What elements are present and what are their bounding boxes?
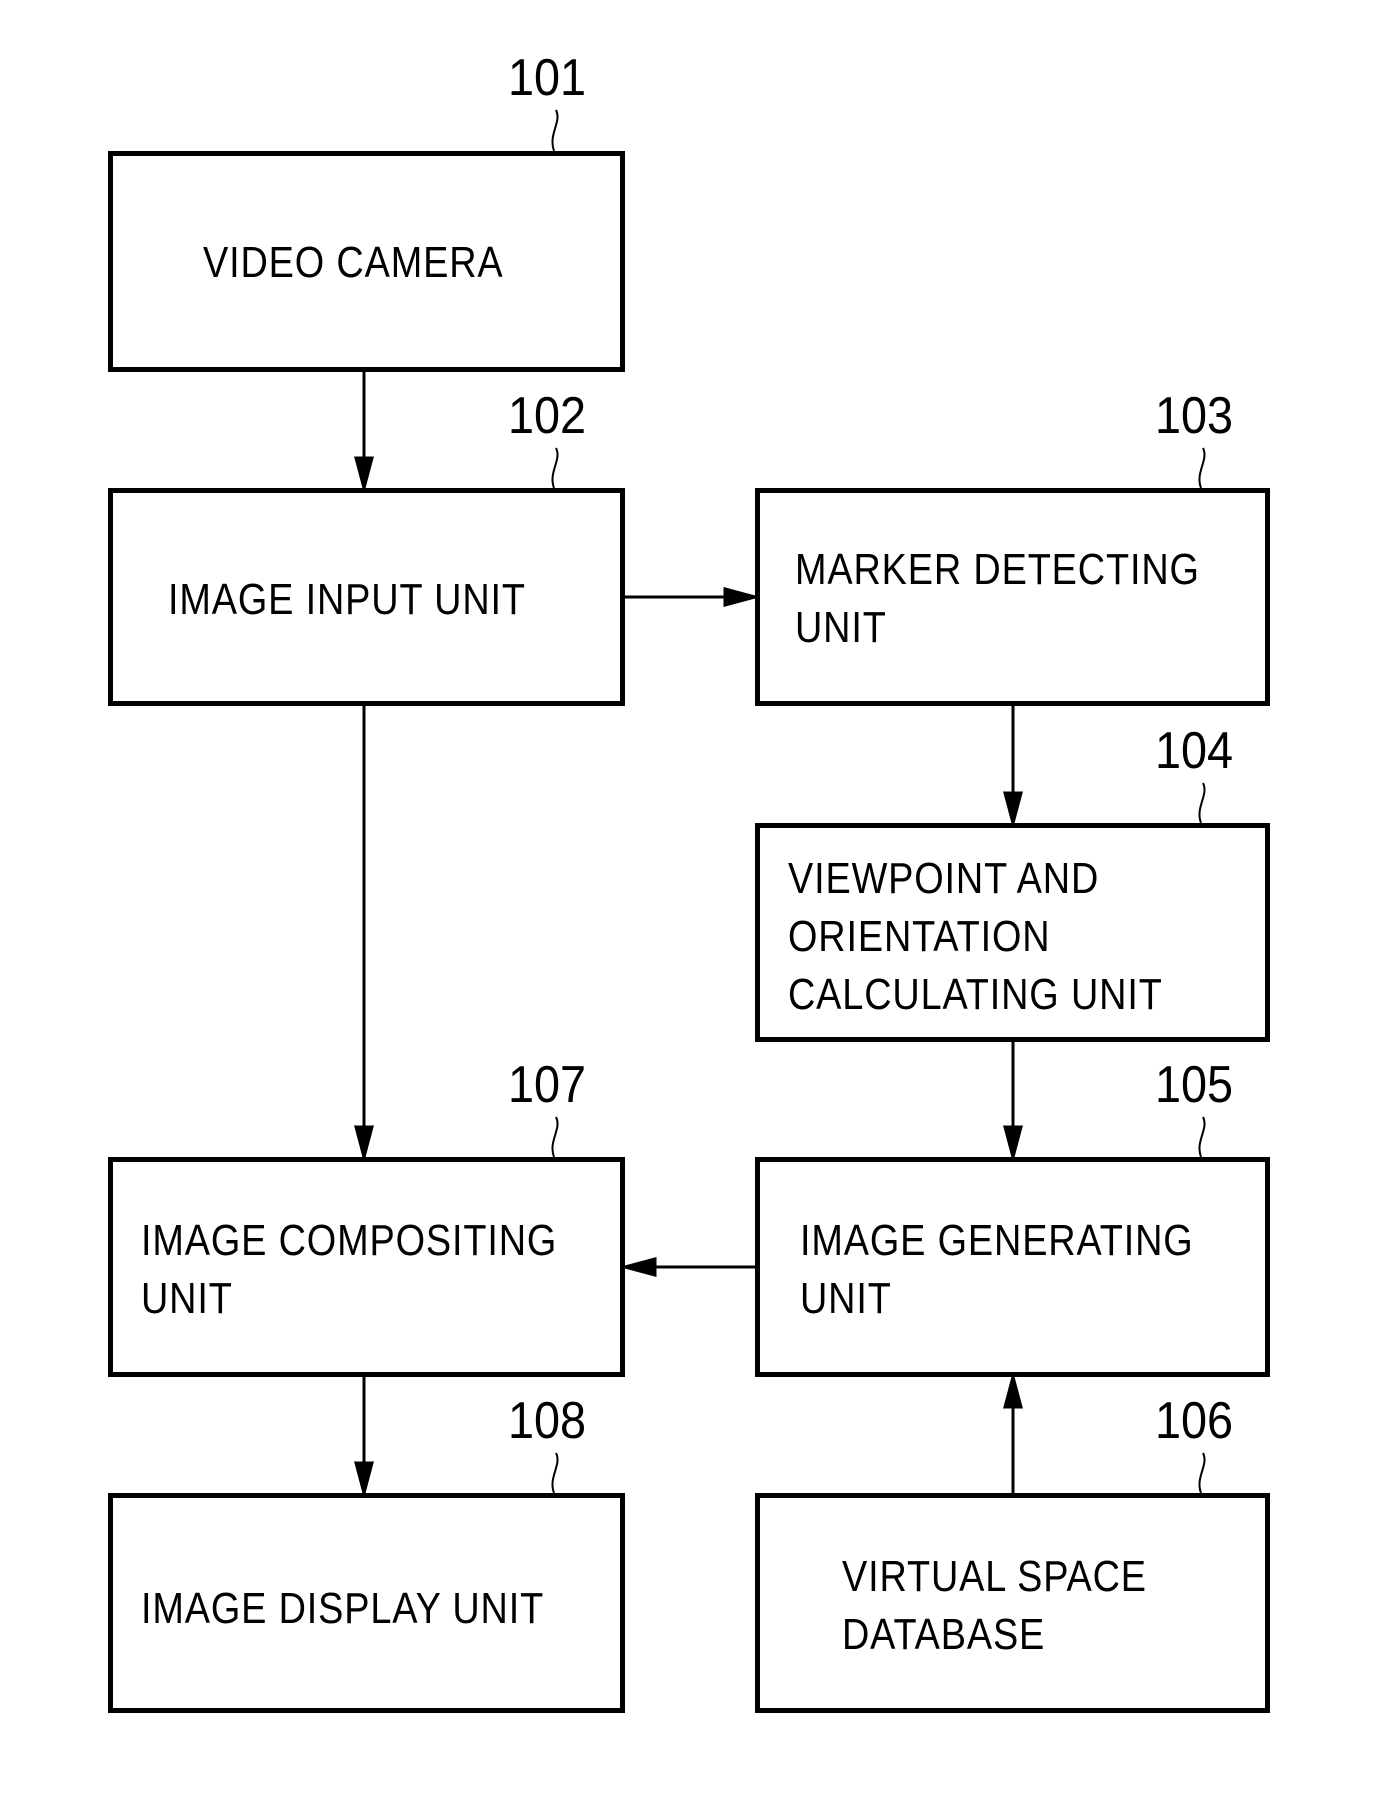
block-virtual-space-database: VIRTUAL SPACE DATABASE [755, 1493, 1270, 1713]
ref-label-104: 104 [1155, 722, 1234, 780]
leader-106 [1198, 1452, 1206, 1494]
block-viewpoint-label-line1: VIEWPOINT AND [788, 854, 1100, 903]
arrowhead-107-to-108 [354, 1461, 374, 1499]
ref-label-101: 101 [508, 49, 587, 107]
ref-label-102: 102 [508, 387, 587, 445]
arrowhead-106-to-105 [1003, 1371, 1023, 1409]
arrowhead-102-to-107 [354, 1125, 374, 1163]
block-image-generating-unit: IMAGE GENERATING UNIT [755, 1157, 1270, 1377]
block-marker-detecting-unit-label-line1: MARKER DETECTING [795, 545, 1200, 594]
arrowhead-103-to-104 [1003, 791, 1023, 829]
block-image-generating-unit-label-line2: UNIT [800, 1274, 892, 1323]
ref-label-106: 106 [1155, 1392, 1234, 1450]
leader-101 [551, 109, 559, 152]
leader-103 [1198, 447, 1206, 489]
leader-105 [1198, 1116, 1206, 1158]
block-video-camera: VIDEO CAMERA [108, 151, 625, 372]
arrowhead-101-to-102 [354, 456, 374, 494]
block-video-camera-label: VIDEO CAMERA [203, 238, 504, 287]
block-image-input-unit-label: IMAGE INPUT UNIT [168, 575, 526, 624]
block-marker-detecting-unit-label-line2: UNIT [795, 603, 887, 652]
arrowhead-105-to-107 [619, 1257, 657, 1277]
ref-label-107: 107 [508, 1056, 587, 1114]
block-image-display-unit-label: IMAGE DISPLAY UNIT [141, 1584, 545, 1633]
leader-102 [551, 447, 559, 489]
block-virtual-space-database-label-line2: DATABASE [842, 1610, 1046, 1659]
block-image-compositing-unit-label-line2: UNIT [141, 1274, 233, 1323]
ref-label-103: 103 [1155, 387, 1234, 445]
block-image-display-unit: IMAGE DISPLAY UNIT [108, 1493, 625, 1713]
ref-label-105: 105 [1155, 1056, 1234, 1114]
block-image-input-unit: IMAGE INPUT UNIT [108, 488, 625, 706]
block-viewpoint-label-line3: CALCULATING UNIT [788, 970, 1163, 1019]
block-viewpoint-label-line2: ORIENTATION [788, 912, 1051, 961]
block-marker-detecting-unit: MARKER DETECTING UNIT [755, 488, 1270, 706]
arrowhead-104-to-105 [1003, 1125, 1023, 1163]
block-virtual-space-database-label-line1: VIRTUAL SPACE [842, 1552, 1147, 1601]
block-image-generating-unit-label-line1: IMAGE GENERATING [800, 1216, 1194, 1265]
block-viewpoint-orientation-calculating-unit: VIEWPOINT AND ORIENTATION CALCULATING UN… [755, 823, 1270, 1042]
ref-label-108: 108 [508, 1392, 587, 1450]
block-image-compositing-unit: IMAGE COMPOSITING UNIT [108, 1157, 625, 1377]
leader-107 [551, 1116, 559, 1158]
leader-104 [1198, 782, 1206, 824]
block-image-compositing-unit-label-line1: IMAGE COMPOSITING [141, 1216, 558, 1265]
arrowhead-102-to-103 [723, 587, 761, 607]
leader-108 [551, 1452, 559, 1494]
